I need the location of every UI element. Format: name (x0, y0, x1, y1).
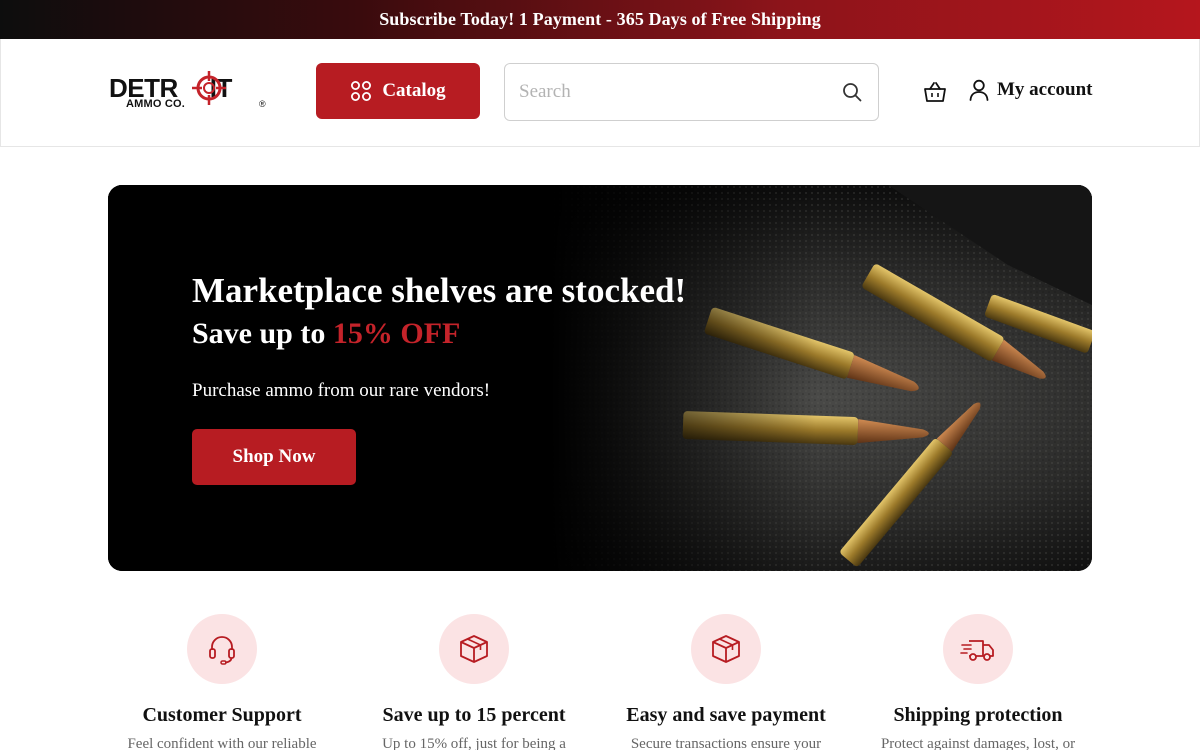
shopping-basket-icon[interactable] (923, 81, 947, 103)
feature-icon-badge (439, 614, 509, 684)
feature-description: Secure transactions ensure your (630, 736, 822, 750)
announcement-text: Subscribe Today! 1 Payment - 365 Days of… (379, 9, 821, 29)
discount-highlight: 15% OFF (332, 317, 461, 350)
shop-now-button[interactable]: Shop Now (192, 429, 356, 485)
crosshair-icon (192, 71, 226, 105)
account-link[interactable]: My account (969, 79, 1093, 101)
feature-item: Easy and save payment Secure transaction… (600, 612, 852, 750)
shop-now-label: Shop Now (232, 446, 316, 467)
hero-subtitle: Save up to 15% OFF (192, 317, 461, 350)
logo-subtitle: AMMO CO. (126, 98, 186, 110)
hero-banner: Marketplace shelves are stocked! Save up… (108, 185, 1092, 571)
feature-icon-badge (187, 614, 257, 684)
delivery-truck-icon (960, 640, 994, 661)
catalog-label: Catalog (382, 80, 446, 101)
search-box (504, 63, 879, 121)
feature-title: Save up to 15 percent (382, 704, 566, 726)
feature-title: Customer Support (142, 704, 302, 726)
feature-icon-badge (943, 614, 1013, 684)
hero-description: Purchase ammo from our rare vendors! (192, 380, 491, 401)
hero-title: Marketplace shelves are stocked! (192, 271, 687, 310)
headset-icon (209, 636, 235, 665)
account-label: My account (997, 79, 1093, 100)
feature-description: Protect against damages, lost, or (880, 736, 1076, 750)
grid-icon (351, 81, 372, 101)
box-icon (460, 635, 488, 663)
feature-list: Customer Support Feel confident with our… (96, 612, 1104, 750)
feature-item: Save up to 15 percent Up to 15% off, jus… (348, 612, 600, 750)
search-icon[interactable] (842, 82, 862, 102)
site-logo[interactable]: DETR IT AMMO CO. ® (109, 71, 271, 113)
feature-item: Shipping protection Protect against dama… (852, 612, 1104, 750)
announcement-bar[interactable]: Subscribe Today! 1 Payment - 365 Days of… (0, 0, 1200, 39)
feature-title: Shipping protection (893, 704, 1063, 726)
site-header: DETR IT AMMO CO. ® Catalog Search My acc… (0, 39, 1200, 147)
box-icon (712, 635, 740, 663)
feature-title: Easy and save payment (626, 704, 826, 726)
ammunition-photo (108, 185, 1092, 571)
feature-description: Up to 15% off, just for being a (382, 736, 566, 750)
feature-description: Feel confident with our reliable (127, 736, 317, 750)
registered-mark: ® (259, 99, 266, 109)
user-icon (969, 79, 989, 101)
feature-icon-badge (691, 614, 761, 684)
catalog-button[interactable]: Catalog (316, 63, 480, 119)
feature-item: Customer Support Feel confident with our… (96, 612, 348, 750)
search-input[interactable] (519, 78, 829, 106)
